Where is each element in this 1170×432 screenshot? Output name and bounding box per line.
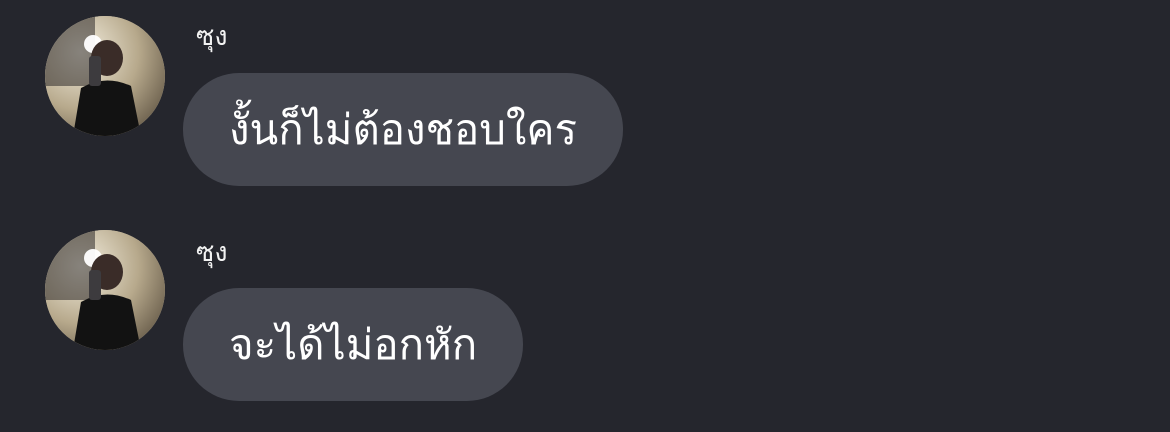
- profile-photo-icon: [45, 230, 165, 350]
- sender-avatar[interactable]: [45, 230, 165, 350]
- chat-thread: ซุง งั้นก็ไม่ต้องชอบใคร ซุง จะได้ไม่อกหั…: [0, 0, 1170, 432]
- profile-photo-icon: [45, 16, 165, 136]
- sender-avatar[interactable]: [45, 16, 165, 136]
- message-row: ซุง จะได้ไม่อกหัก: [0, 216, 1170, 432]
- message-text: งั้นก็ไม่ต้องชอบใคร: [229, 104, 578, 154]
- message-row: ซุง งั้นก็ไม่ต้องชอบใคร: [0, 0, 1170, 216]
- message-text: จะได้ไม่อกหัก: [229, 319, 478, 369]
- sender-name: ซุง: [196, 237, 228, 268]
- sender-name: ซุง: [196, 21, 228, 52]
- message-bubble[interactable]: งั้นก็ไม่ต้องชอบใคร: [183, 73, 624, 186]
- message-bubble[interactable]: จะได้ไม่อกหัก: [183, 288, 524, 401]
